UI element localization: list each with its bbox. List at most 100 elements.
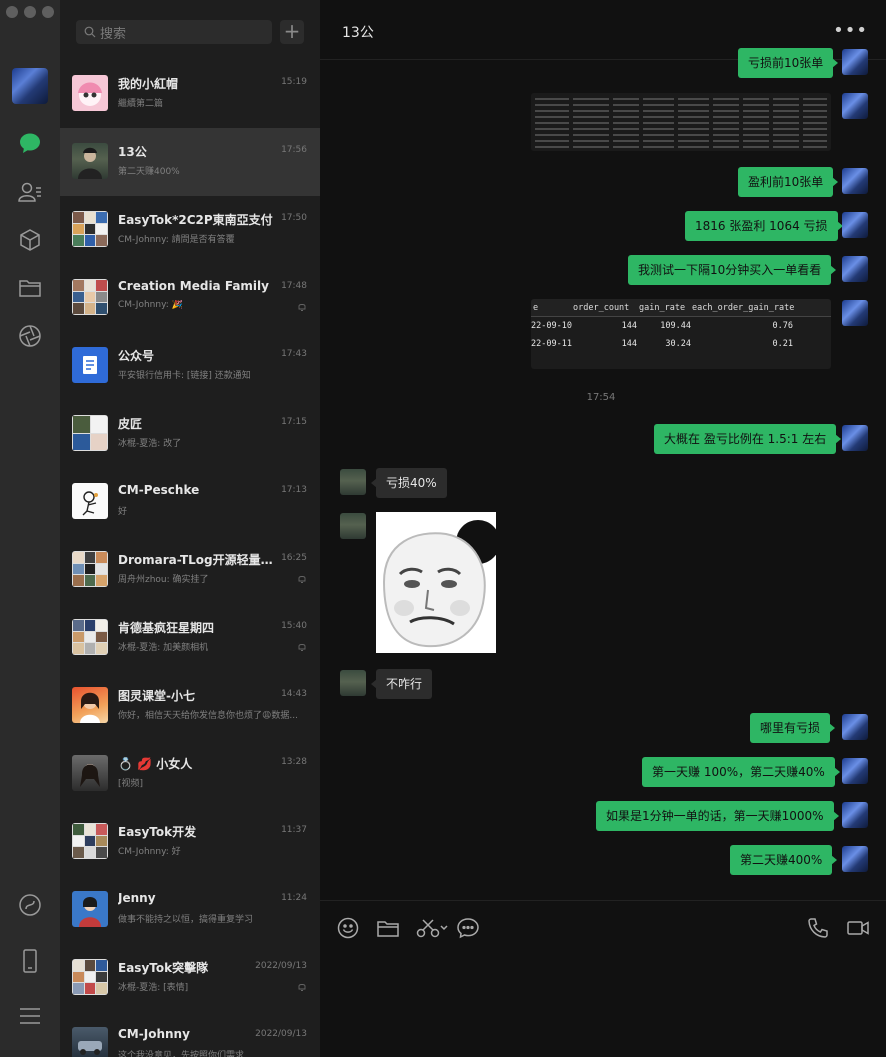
screenshot-image[interactable] [531,93,831,151]
conversation-list: 搜索 + 我的小紅帽 15:19 繼續第二篇 13公 17:56 第二天赚400… [60,0,320,1057]
moments-icon[interactable] [15,321,45,351]
conversation-item[interactable]: Dromara-TLog开源轻量级日... 16:25 周舟州zhou: 确实挂… [60,536,320,604]
conversation-item[interactable]: 我的小紅帽 15:19 繼續第二篇 [60,60,320,128]
mini-programs-icon[interactable] [15,890,45,920]
files-icon[interactable] [15,273,45,303]
conversation-item[interactable]: 💍 💋 小女人 13:28 [视频] [60,740,320,808]
conversation-preview: CM-Johnny: 🎉 [118,300,183,310]
panda-face-sticker[interactable] [376,512,496,653]
avatar [72,755,108,791]
my-message-avatar[interactable] [842,49,868,75]
contact-message-avatar[interactable] [340,469,366,495]
conversation-time: 17:13 [281,485,307,495]
my-message-avatar[interactable] [842,300,868,326]
table-cell: 0.21 [772,339,793,349]
message-bubble-contact[interactable]: 亏损40% [371,468,447,498]
collections-icon[interactable] [15,225,45,255]
my-message-avatar[interactable] [842,212,868,238]
message-bubble-mine[interactable]: 亏损前10张单 [738,48,839,78]
conversation-item[interactable]: 皮匠 17:15 冰棍-夏浩: 改了 [60,400,320,468]
conversation-item[interactable]: CM-Peschke 17:13 好 [60,468,320,536]
voice-call-icon[interactable] [806,916,830,940]
table-cell: 144 [621,339,637,349]
phone-icon[interactable] [15,946,45,976]
conversation-item[interactable]: 肯德基疯狂星期四 15:40 冰棍-夏浩: 加美颜相机 [60,604,320,672]
conversation-item[interactable]: Creation Media Family 17:48 CM-Johnny: 🎉 [60,264,320,332]
table-cell: 109.44 [660,321,691,331]
search-input[interactable]: 搜索 [76,20,272,44]
conversation-name: CM-Johnny [118,1027,190,1041]
minimize-window-button[interactable] [24,6,36,18]
message-bubble-mine[interactable]: 如果是1分钟一单的话，第一天赚1000% [596,801,839,831]
avatar [72,483,108,519]
table-cell: 0.76 [772,321,793,331]
conversation-time: 17:56 [281,145,307,155]
chat-title: 13公 [342,25,374,41]
message-bubble-mine[interactable]: 我测试一下隔10分钟买入一单看看 [628,255,837,285]
menu-icon[interactable] [15,1001,45,1031]
conversation-item[interactable]: EasyTok开发 11:37 CM-Johnny: 好 [60,808,320,876]
message-bubble-mine[interactable]: 第一天赚 100%，第二天赚40% [642,757,840,787]
my-message-avatar[interactable] [842,425,868,451]
conversation-time: 14:43 [281,689,307,699]
more-options-button[interactable]: ••• [833,20,868,41]
message-bubble-mine[interactable]: 哪里有亏损 [750,713,836,743]
table-cell: 22-09-10 [531,321,572,331]
group-avatar [72,619,108,655]
conversation-item[interactable]: EasyTok*2C2P東南亞支付 17:50 CM-Johnny: 請問是否有… [60,196,320,264]
conversation-item[interactable]: CM-Johnny 2022/09/13 这个我没意见，先按照你们需求 [60,1012,320,1057]
my-message-avatar[interactable] [842,168,868,194]
table-header: each_order_gain_rate [692,302,795,313]
my-message-avatar[interactable] [842,93,868,119]
conversation-name: Jenny [118,891,156,905]
screenshot-image[interactable]: e order_count gain_rate each_order_gain_… [531,299,831,369]
my-message-avatar[interactable] [842,714,868,740]
conversation-time: 17:43 [281,349,307,359]
conversation-time: 2022/09/13 [255,961,307,971]
conversation-name: 13公 [118,145,147,159]
input-divider [320,900,886,901]
folder-icon[interactable] [376,916,400,940]
conversation-item[interactable]: 13公 17:56 第二天赚400% [60,128,320,196]
conversation-name: 💍 💋 小女人 [118,757,193,771]
my-avatar[interactable] [12,68,48,104]
mute-icon [298,576,306,583]
conversation-preview: 冰棍-夏浩: 改了 [118,439,182,449]
scissors-icon[interactable] [416,916,450,940]
conversation-preview: 做事不能持之以恒，搞得重复学习 [118,915,254,925]
contact-message-avatar[interactable] [340,670,366,696]
conversation-item[interactable]: Jenny 11:24 做事不能持之以恒，搞得重复学习 [60,876,320,944]
emoji-icon[interactable] [336,916,360,940]
conversation-name: EasyTok开发 [118,825,197,839]
my-message-avatar[interactable] [842,846,868,872]
message-bubble-mine[interactable]: 第二天赚400% [730,845,838,875]
conversation-item[interactable]: 图灵课堂-小七 14:43 你好，相信天天给你发信息你也烦了😩数据... [60,672,320,740]
conversation-item[interactable]: 公众号 17:43 平安银行信用卡: [链接] 还款通知 [60,332,320,400]
conversation-preview: 第二天赚400% [118,167,180,177]
conversation-preview: 平安银行信用卡: [链接] 还款通知 [118,371,251,381]
table-header: order_count [573,302,630,313]
add-button[interactable]: + [280,20,304,44]
message-bubble-mine[interactable]: 盈利前10张单 [738,167,839,197]
conversation-time: 17:15 [281,417,307,427]
chat-history-icon[interactable] [456,916,480,940]
contact-message-avatar[interactable] [340,513,366,539]
my-message-avatar[interactable] [842,256,868,282]
mute-icon [298,644,306,651]
conversation-time: 2022/09/13 [255,1029,307,1039]
video-call-icon[interactable] [846,916,870,940]
contacts-icon[interactable] [15,177,45,207]
conversation-time: 17:50 [281,213,307,223]
zoom-window-button[interactable] [42,6,54,18]
close-window-button[interactable] [6,6,18,18]
message-bubble-contact[interactable]: 不咋行 [370,669,433,699]
table-header: e [533,302,539,313]
chat-icon[interactable] [15,128,45,158]
conversation-name: Dromara-TLog开源轻量级日... [118,553,278,567]
conversation-item[interactable]: EasyTok突擊隊 2022/09/13 冰棍-夏浩: [表情] [60,944,320,1012]
message-bubble-mine[interactable]: 大概在 盈亏比例在 1.5:1 左右 [654,424,842,454]
my-message-avatar[interactable] [842,758,868,784]
group-avatar [72,211,108,247]
my-message-avatar[interactable] [842,802,868,828]
message-bubble-mine[interactable]: 1816 张盈利 1064 亏损 [685,211,843,241]
